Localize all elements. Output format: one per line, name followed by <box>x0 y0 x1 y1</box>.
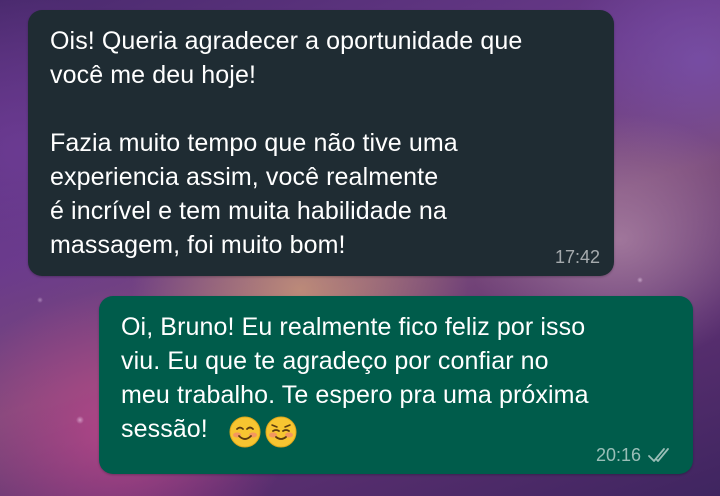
double-check-icon <box>648 448 669 462</box>
outgoing-message-time: 20:16 <box>595 445 641 465</box>
smiling-face-with-blushing-eyes-icon <box>229 416 261 448</box>
incoming-message-time: 17:42 <box>554 247 600 267</box>
outgoing-message-bubble[interactable]: Oi, Bruno! Eu realmente fico feliz por i… <box>99 296 693 474</box>
outgoing-message-text: Oi, Bruno! Eu realmente fico feliz por i… <box>121 313 589 443</box>
incoming-message-bubble[interactable]: Ois! Queria agradecer a oportunidade que… <box>28 10 614 276</box>
emoji-group <box>229 416 297 450</box>
incoming-message-text: Ois! Queria agradecer a oportunidade que… <box>50 27 523 259</box>
relieved-smiling-face-icon <box>265 416 297 448</box>
